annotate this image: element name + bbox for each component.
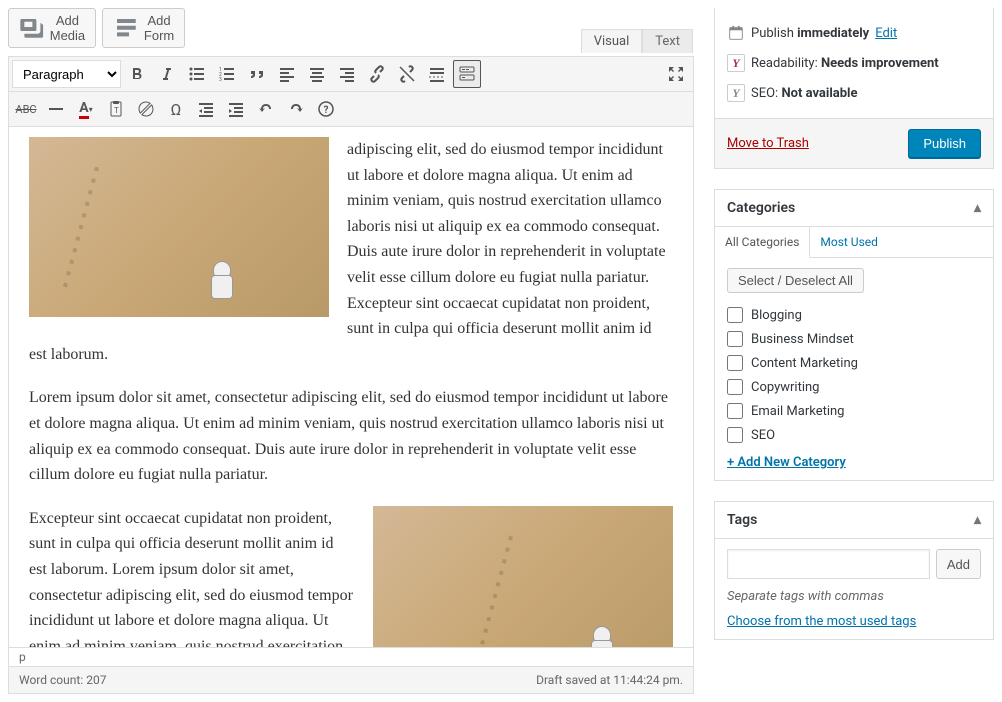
select-deselect-all-button[interactable]: Select / Deselect All [727,268,864,293]
keyboard-shortcuts-button[interactable]: ? [312,95,340,123]
add-form-button[interactable]: Add Form [102,8,185,48]
undo-button[interactable] [252,95,280,123]
category-label: Content Marketing [751,356,858,371]
yoast-seo-icon: Y [727,84,745,102]
draft-saved: Draft saved at 11:44:24 pm. [536,673,683,687]
category-label: Email Marketing [751,404,844,419]
add-media-button[interactable]: Add Media [8,8,96,48]
bold-button[interactable] [123,60,151,88]
schedule-text: Publish immediately [751,26,869,41]
tags-header: Tags [727,512,757,528]
content-image-right[interactable] [373,506,673,647]
read-more-button[interactable] [423,60,451,88]
tab-visual[interactable]: Visual [581,29,643,53]
publish-button[interactable]: Publish [908,129,981,158]
move-to-trash-link[interactable]: Move to Trash [727,136,809,151]
category-checkbox[interactable] [727,403,743,419]
outdent-button[interactable] [192,95,220,123]
indent-button[interactable] [222,95,250,123]
edit-schedule-link[interactable]: Edit [875,26,897,41]
category-checkbox[interactable] [727,307,743,323]
tag-hint: Separate tags with commas [727,589,981,604]
toolbar-toggle-button[interactable] [453,60,481,88]
status-bar: Word count: 207 Draft saved at 11:44:24 … [9,666,693,693]
yoast-readability-icon: Y [727,54,745,72]
add-form-label: Add Form [144,13,174,43]
category-label: Blogging [751,308,802,323]
text-color-button[interactable]: A▾ [72,95,100,123]
hr-button[interactable] [42,95,70,123]
category-label: SEO [751,428,775,443]
category-label: Copywriting [751,380,820,395]
numbered-list-button[interactable]: 123 [213,60,241,88]
readability-text: Readability: Needs improvement [751,56,939,71]
category-label: Business Mindset [751,332,854,347]
clear-formatting-button[interactable] [132,95,160,123]
toolbar-row-1: Paragraph 123 [9,57,693,92]
italic-button[interactable] [153,60,181,88]
tab-most-used[interactable]: Most Used [810,227,888,257]
format-select[interactable]: Paragraph [12,60,121,88]
strikethrough-button[interactable]: ABC [12,95,40,123]
media-icon [19,15,46,42]
categories-box: Categories ▴ All Categories Most Used Se… [714,189,994,481]
svg-text:?: ? [324,105,329,116]
add-media-label: Add Media [50,13,85,43]
publish-box: Publish immediately Edit Y Readability: … [714,8,994,169]
add-new-category-link[interactable]: + Add New Category [727,455,846,470]
blockquote-button[interactable] [243,60,271,88]
special-char-button[interactable]: Ω [162,95,190,123]
form-icon [113,15,140,42]
word-count: Word count: 207 [19,673,106,687]
category-checkbox[interactable] [727,331,743,347]
tags-box: Tags ▴ Add Separate tags with commas Cho… [714,501,994,640]
unlink-button[interactable] [393,60,421,88]
tag-input[interactable] [727,549,930,579]
align-center-button[interactable] [303,60,331,88]
redo-button[interactable] [282,95,310,123]
categories-header: Categories [727,200,795,216]
category-checkbox[interactable] [727,427,743,443]
svg-text:3: 3 [219,77,222,83]
tab-text[interactable]: Text [642,29,693,53]
align-left-button[interactable] [273,60,301,88]
svg-text:T: T [114,106,119,115]
category-checkbox[interactable] [727,355,743,371]
calendar-icon [727,24,745,42]
tab-all-categories[interactable]: All Categories [715,227,810,258]
align-right-button[interactable] [333,60,361,88]
bullet-list-button[interactable] [183,60,211,88]
category-checkbox[interactable] [727,379,743,395]
category-list: Blogging Business Mindset Content Market… [727,303,981,447]
element-path: p [9,647,693,666]
toolbar-row-2: ABC A▾ T Ω ? [9,92,693,127]
add-tag-button[interactable]: Add [936,549,981,579]
content-image-left[interactable] [29,137,329,317]
paste-text-button[interactable]: T [102,95,130,123]
toggle-box-icon[interactable]: ▴ [974,512,981,528]
paragraph: Lorem ipsum dolor sit amet, consectetur … [29,385,673,487]
seo-text: SEO: Not available [751,86,858,101]
toggle-box-icon[interactable]: ▴ [974,200,981,216]
link-button[interactable] [363,60,391,88]
choose-tags-link[interactable]: Choose from the most used tags [727,614,916,629]
fullscreen-button[interactable] [662,60,690,88]
content-area[interactable]: adipiscing elit, sed do eiusmod tempor i… [9,127,693,647]
editor-box: Visual Text Paragraph 123 ABC [8,56,694,694]
